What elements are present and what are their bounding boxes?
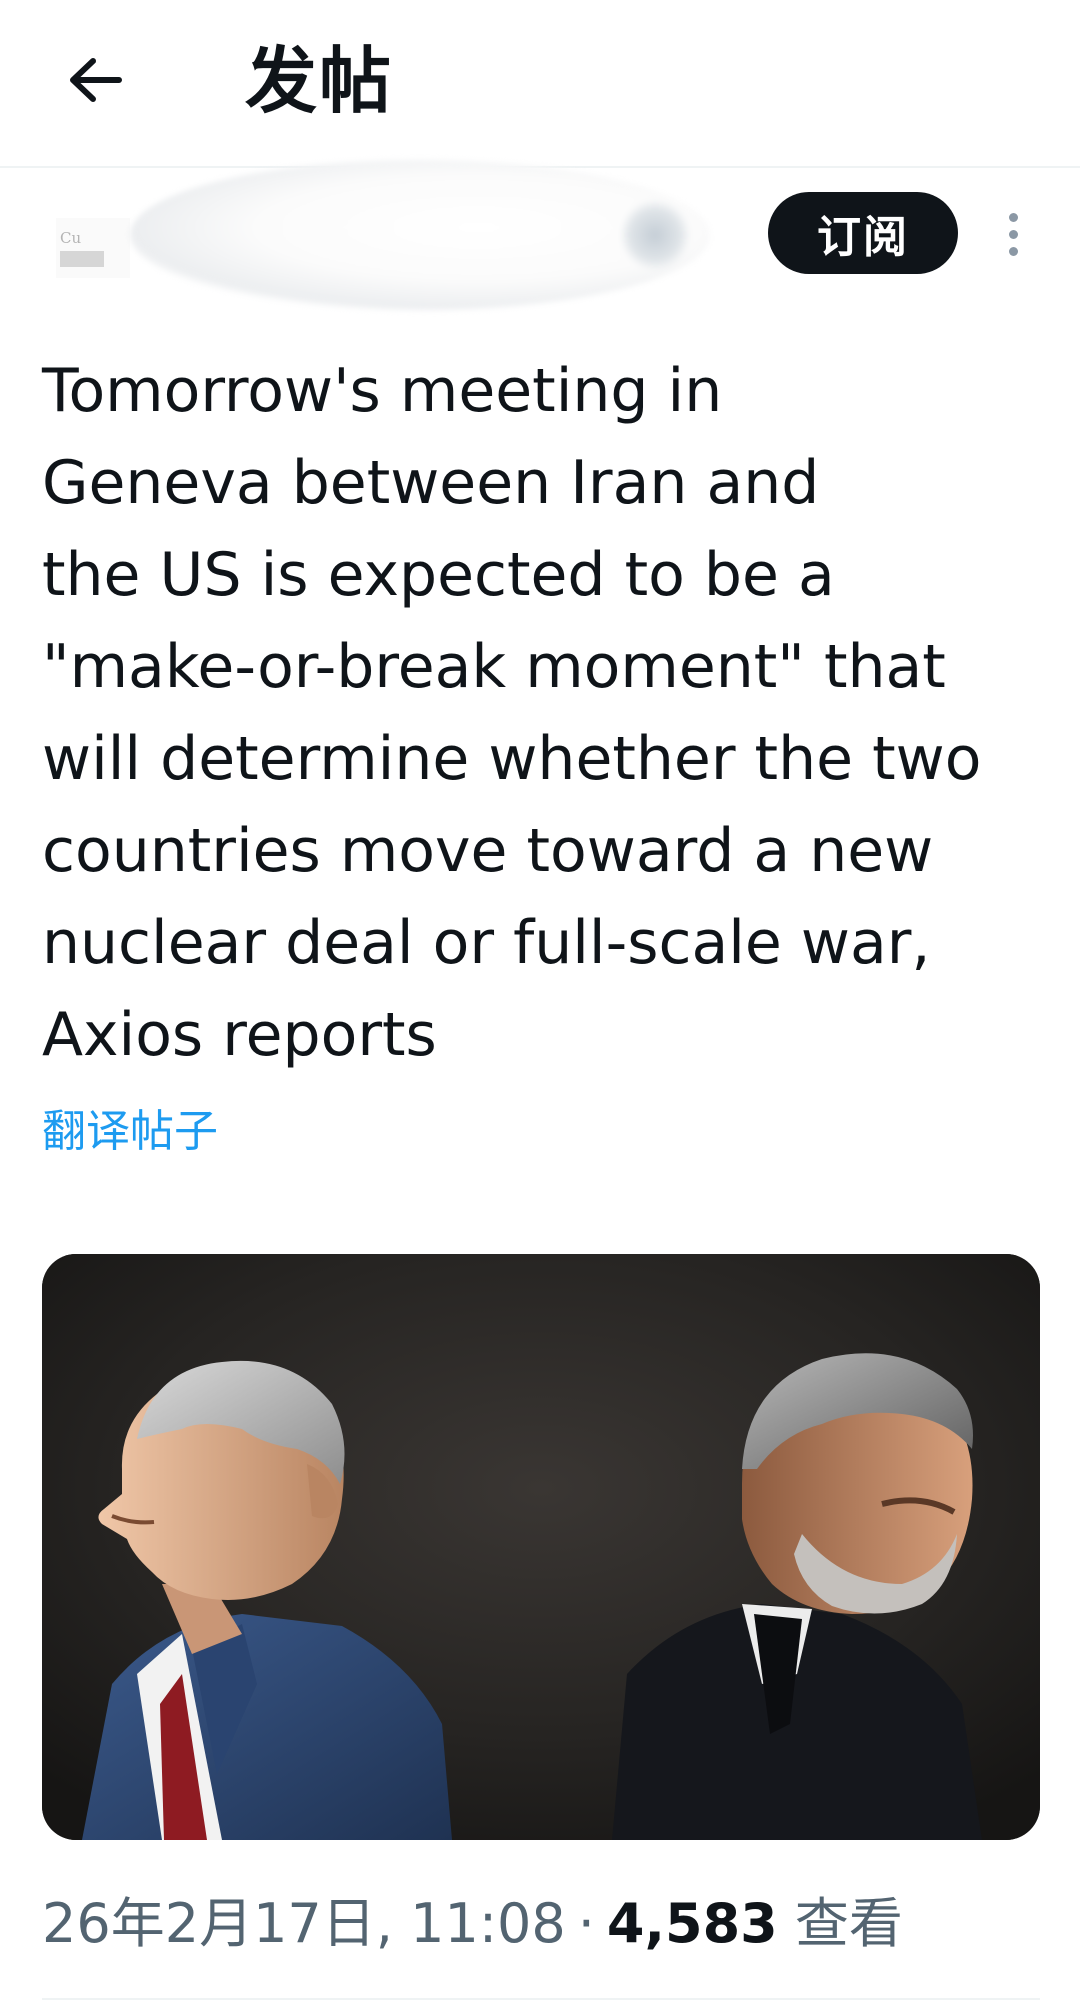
- views-label: 查看: [794, 1892, 903, 1955]
- post-text: Tomorrow's meeting in Geneva between Ira…: [42, 345, 1052, 1081]
- post-meta: 26年2月17日, 11:08 · 4,583 查看: [42, 1890, 903, 1958]
- subscribe-button[interactable]: 订阅: [768, 192, 958, 274]
- redaction-smudge: [620, 200, 690, 270]
- back-button[interactable]: [50, 40, 140, 120]
- post-text-line: will determine whether the two: [42, 724, 982, 794]
- post-text-line: the US is expected to be a: [42, 540, 835, 610]
- avatar-mark: Cu: [60, 229, 82, 247]
- translate-post-link[interactable]: 翻译帖子: [42, 1102, 218, 1162]
- avatar[interactable]: Cu: [56, 218, 130, 278]
- more-vertical-icon: [1008, 212, 1018, 222]
- author-row: Cu 订阅: [0, 150, 1080, 310]
- post-text-line: Geneva between Iran and: [42, 448, 820, 518]
- post-image[interactable]: [42, 1254, 1040, 1840]
- arrow-left-icon: [70, 58, 122, 102]
- more-vertical-icon-dot: [1008, 246, 1018, 256]
- more-vertical-icon-dot: [1008, 229, 1018, 239]
- more-options-button[interactable]: [990, 202, 1036, 266]
- post-text-line: countries move toward a new: [42, 816, 934, 886]
- post-text-line: Axios reports: [42, 1000, 437, 1070]
- top-bar: 发帖: [0, 0, 1080, 168]
- photo-illustration: [42, 1254, 1040, 1840]
- meta-separator: ·: [577, 1892, 595, 1955]
- page-title: 发帖: [245, 39, 394, 123]
- avatar-mark-bar: [60, 251, 104, 267]
- views-count: 4,583: [606, 1892, 778, 1955]
- post-text-line: "make-or-break moment" that: [42, 632, 946, 702]
- divider: [42, 1998, 1040, 2000]
- post-timestamp[interactable]: 26年2月17日, 11:08: [42, 1892, 566, 1955]
- redacted-author-name: [130, 160, 710, 310]
- post-text-line: Tomorrow's meeting in: [42, 356, 723, 426]
- post-text-line: nuclear deal or full-scale war,: [42, 908, 931, 978]
